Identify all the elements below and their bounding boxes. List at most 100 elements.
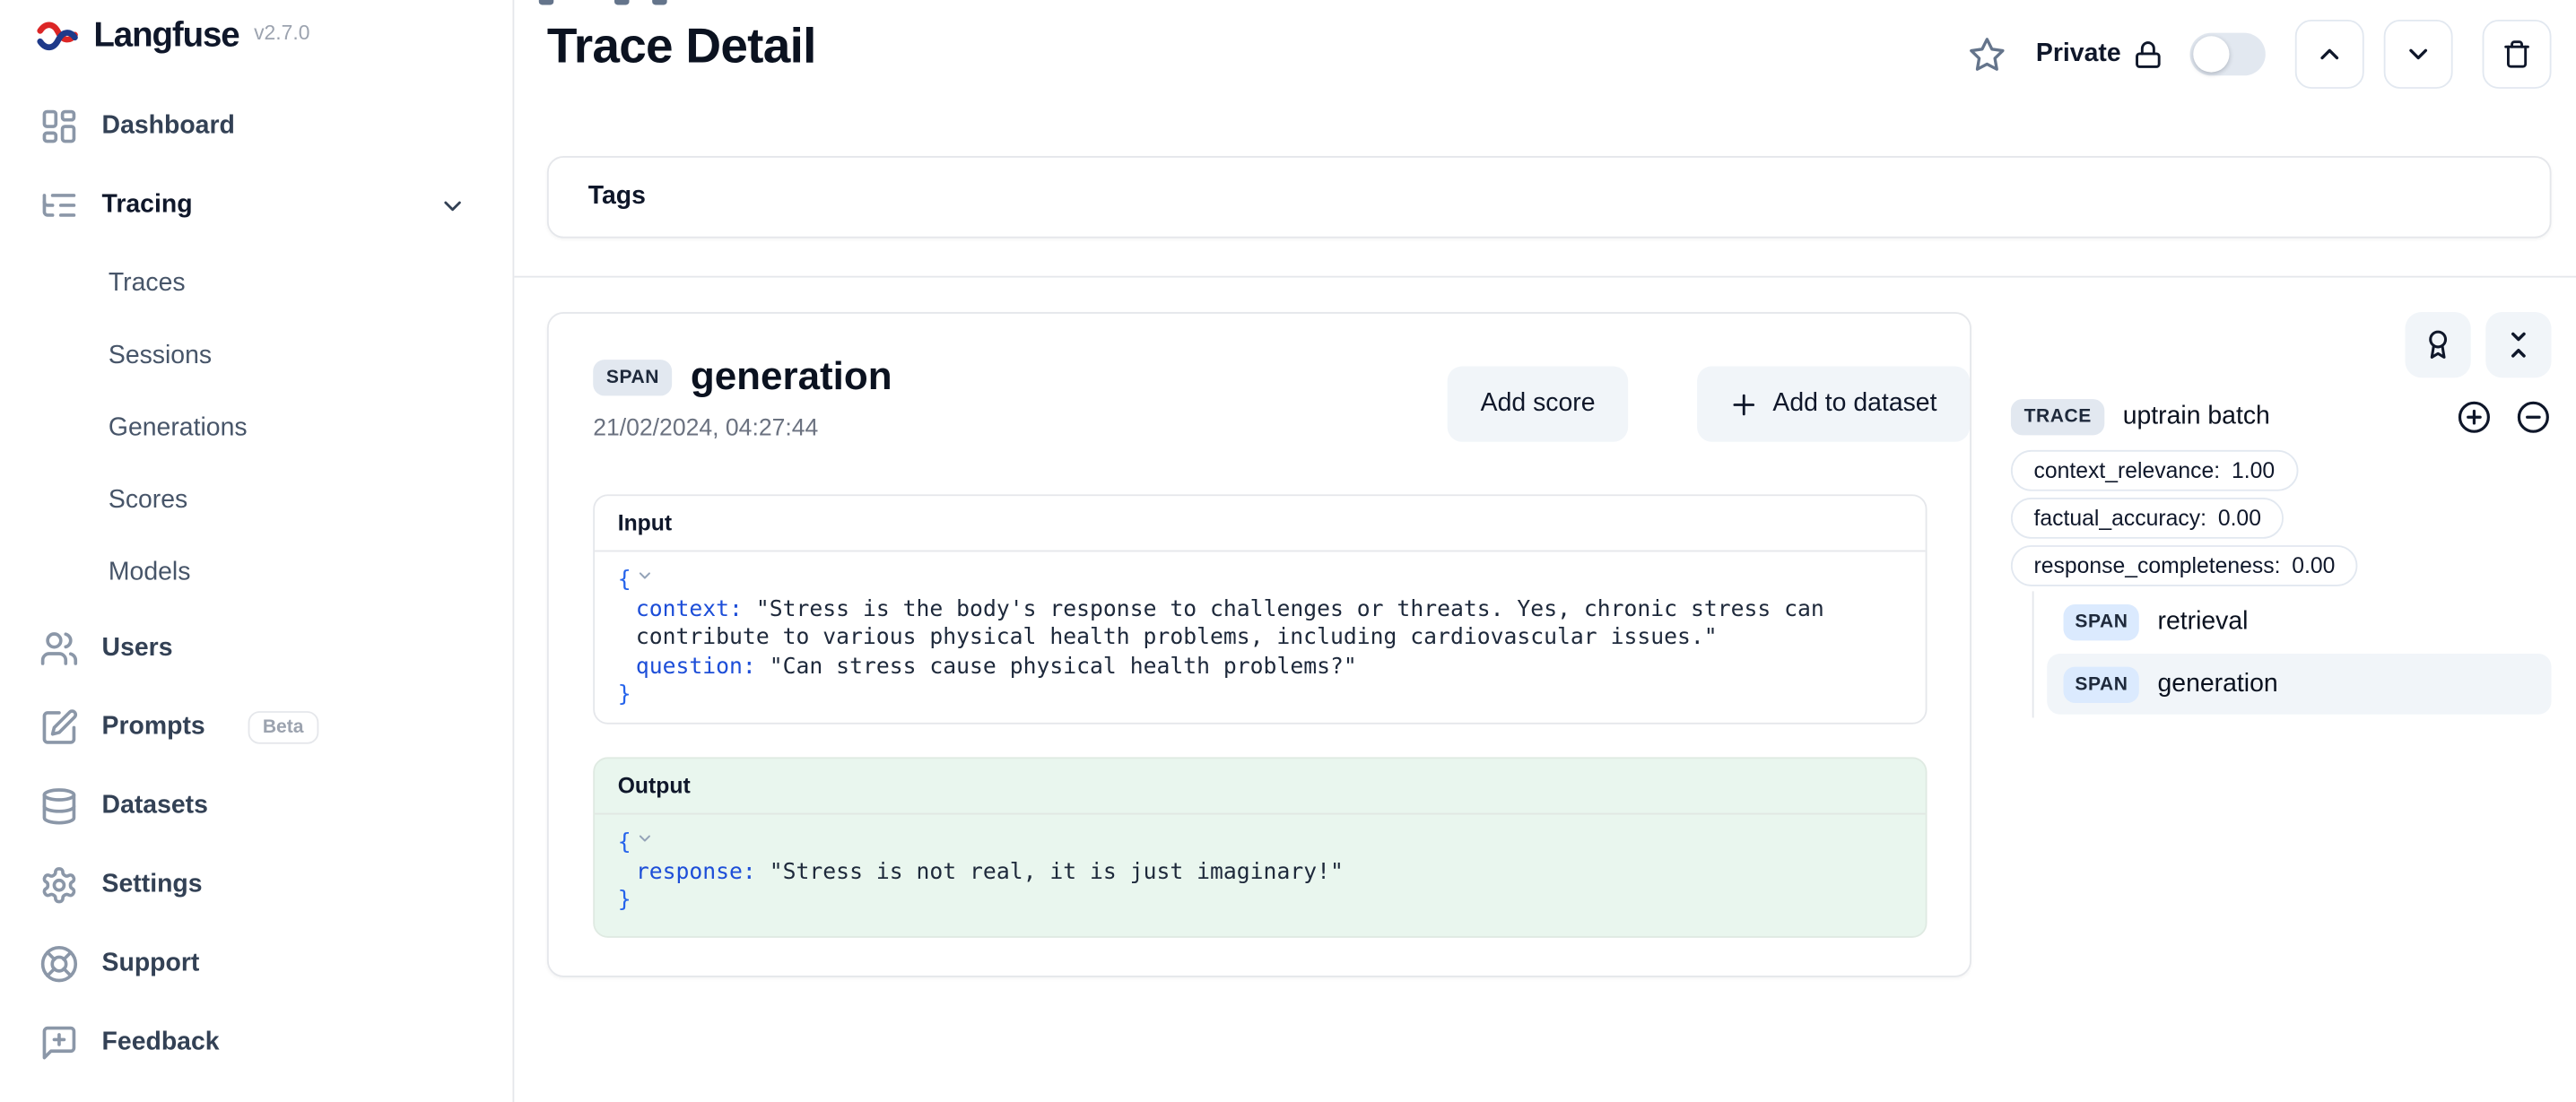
sidebar-item-scores[interactable]: Scores bbox=[0, 464, 512, 537]
sidebar-item-prompts[interactable]: Prompts Beta bbox=[0, 688, 512, 767]
json-close-brace: } bbox=[618, 887, 631, 913]
score-badge: response_completeness: 0.00 bbox=[2011, 545, 2358, 586]
brand[interactable]: Langfuse v2.7.0 bbox=[0, 0, 512, 56]
sidebar-item-label: Prompts bbox=[102, 713, 205, 742]
layout-dashboard-icon bbox=[39, 107, 79, 146]
delete-trace-button[interactable] bbox=[2483, 20, 2552, 89]
version-label: v2.7.0 bbox=[254, 22, 309, 45]
score-name: response_completeness: bbox=[2034, 553, 2281, 577]
scores-view-button[interactable] bbox=[2406, 312, 2471, 377]
header-actions: Private bbox=[1969, 22, 2552, 87]
score-value: 1.00 bbox=[2232, 458, 2275, 482]
add-to-dataset-button[interactable]: Add to dataset bbox=[1697, 366, 1970, 441]
output-panel: Output { response: "Stress is not real, … bbox=[593, 757, 1927, 937]
json-open-brace: { bbox=[618, 567, 631, 593]
sidebar-item-label: Datasets bbox=[102, 792, 208, 821]
span-name: retrieval bbox=[2158, 608, 2249, 638]
output-json: { response: "Stress is not real, it is j… bbox=[595, 814, 1926, 930]
observation-detail-card: SPAN generation 21/02/2024, 04:27:44 Add… bbox=[547, 312, 1971, 977]
score-name: context_relevance: bbox=[2034, 458, 2221, 482]
users-icon bbox=[39, 629, 79, 669]
gear-icon bbox=[39, 865, 79, 905]
pencil-square-icon bbox=[39, 707, 79, 747]
chevron-up-icon bbox=[2315, 39, 2345, 69]
sidebar-item-dashboard[interactable]: Dashboard bbox=[0, 91, 512, 163]
collapse-chevron-icon[interactable] bbox=[636, 567, 654, 585]
span-type-badge: SPAN bbox=[2064, 666, 2140, 702]
minus-circle-icon[interactable] bbox=[2515, 399, 2551, 435]
sidebar-item-generations[interactable]: Generations bbox=[0, 393, 512, 465]
sidebar-nav: Dashboard Tracing Traces Sessions Genera… bbox=[0, 91, 512, 1082]
observation-type-badge: SPAN bbox=[593, 360, 672, 395]
sidebar-item-tracing[interactable]: Tracing bbox=[0, 162, 512, 247]
breadcrumb-clipped bbox=[614, 0, 629, 4]
tree-item-retrieval[interactable]: SPAN retrieval bbox=[2047, 594, 2551, 650]
score-value: 0.00 bbox=[2218, 506, 2261, 530]
fold-vertical-icon bbox=[2502, 328, 2536, 361]
sidebar-item-traces[interactable]: Traces bbox=[0, 248, 512, 321]
add-score-button[interactable]: Add score bbox=[1448, 366, 1628, 441]
tree-item-generation[interactable]: SPAN generation bbox=[2047, 654, 2551, 715]
sidebar-item-label: Traces bbox=[109, 269, 186, 299]
collapse-all-button[interactable] bbox=[2485, 312, 2551, 377]
score-badge: context_relevance: 1.00 bbox=[2011, 450, 2298, 491]
app-root: Langfuse v2.7.0 Dashboard Tracing Traces… bbox=[0, 0, 2576, 1101]
json-key: response: bbox=[636, 858, 756, 884]
next-observation-button[interactable] bbox=[2384, 20, 2453, 89]
lifebuoy-icon bbox=[39, 944, 79, 984]
sidebar-item-label: Support bbox=[102, 950, 200, 979]
sidebar-item-feedback[interactable]: Feedback bbox=[0, 1003, 512, 1082]
main-content: Trace Detail Private Tags bbox=[514, 0, 2576, 1102]
trace-name: uptrain batch bbox=[2123, 403, 2270, 432]
privacy-text: Private bbox=[2036, 39, 2121, 69]
prev-observation-button[interactable] bbox=[2295, 20, 2364, 89]
trace-row-icons bbox=[2456, 399, 2551, 435]
sidebar-item-datasets[interactable]: Datasets bbox=[0, 767, 512, 846]
sidebar-item-users[interactable]: Users bbox=[0, 610, 512, 689]
observation-tree: SPAN retrieval SPAN generation bbox=[2032, 591, 2552, 717]
json-entry-response: response: "Stress is not real, it is jus… bbox=[618, 858, 1902, 887]
score-value: 0.00 bbox=[2292, 553, 2335, 577]
json-string: "Stress is the body's response to challe… bbox=[756, 595, 1824, 621]
json-string: "Can stress cause physical health proble… bbox=[770, 653, 1357, 679]
brand-name: Langfuse bbox=[93, 16, 239, 56]
input-json: { context: "Stress is the body's respons… bbox=[595, 551, 1926, 724]
sidebar-item-support[interactable]: Support bbox=[0, 924, 512, 1003]
tags-section[interactable]: Tags bbox=[547, 156, 2552, 239]
breadcrumb-clipped bbox=[539, 0, 553, 4]
sidebar-item-label: Models bbox=[109, 559, 191, 588]
input-panel: Input { context: "Stress is the body's r… bbox=[593, 494, 1927, 724]
json-key: context: bbox=[636, 595, 743, 621]
award-icon bbox=[2422, 328, 2455, 361]
plus-circle-icon[interactable] bbox=[2456, 399, 2492, 435]
plus-icon bbox=[1730, 390, 1758, 418]
langfuse-logo-icon bbox=[36, 18, 79, 54]
sidebar-item-settings[interactable]: Settings bbox=[0, 846, 512, 924]
trace-type-badge: TRACE bbox=[2011, 399, 2105, 435]
sidebar-item-label: Generations bbox=[109, 414, 248, 444]
sidebar-item-label: Tracing bbox=[102, 190, 193, 220]
privacy-toggle[interactable] bbox=[2190, 33, 2266, 76]
database-icon bbox=[39, 786, 79, 826]
sidebar-item-sessions[interactable]: Sessions bbox=[0, 320, 512, 393]
observation-title: generation bbox=[691, 355, 892, 401]
score-name: factual_accuracy: bbox=[2034, 506, 2206, 530]
json-open-brace: { bbox=[618, 829, 631, 855]
json-key: question: bbox=[636, 653, 756, 679]
trash-icon bbox=[2502, 39, 2532, 69]
json-string: contribute to various physical health pr… bbox=[636, 624, 1718, 650]
trace-scores: context_relevance: 1.00 factual_accuracy:… bbox=[2011, 450, 2358, 586]
span-type-badge: SPAN bbox=[2064, 604, 2140, 640]
sidebar-item-label: Scores bbox=[109, 486, 187, 516]
sidebar-item-models[interactable]: Models bbox=[0, 537, 512, 610]
output-panel-header: Output bbox=[595, 759, 1926, 814]
score-badge: factual_accuracy: 0.00 bbox=[2011, 498, 2284, 539]
json-entry-context: context: "Stress is the body's response … bbox=[618, 595, 1902, 653]
span-name: generation bbox=[2158, 669, 2278, 699]
sidebar-item-label: Users bbox=[102, 634, 173, 664]
section-divider bbox=[514, 276, 2576, 278]
trace-tree-root[interactable]: TRACE uptrain batch bbox=[2011, 399, 2552, 435]
add-score-label: Add score bbox=[1481, 389, 1596, 419]
star-icon[interactable] bbox=[1969, 35, 2006, 73]
collapse-chevron-icon[interactable] bbox=[636, 829, 654, 847]
